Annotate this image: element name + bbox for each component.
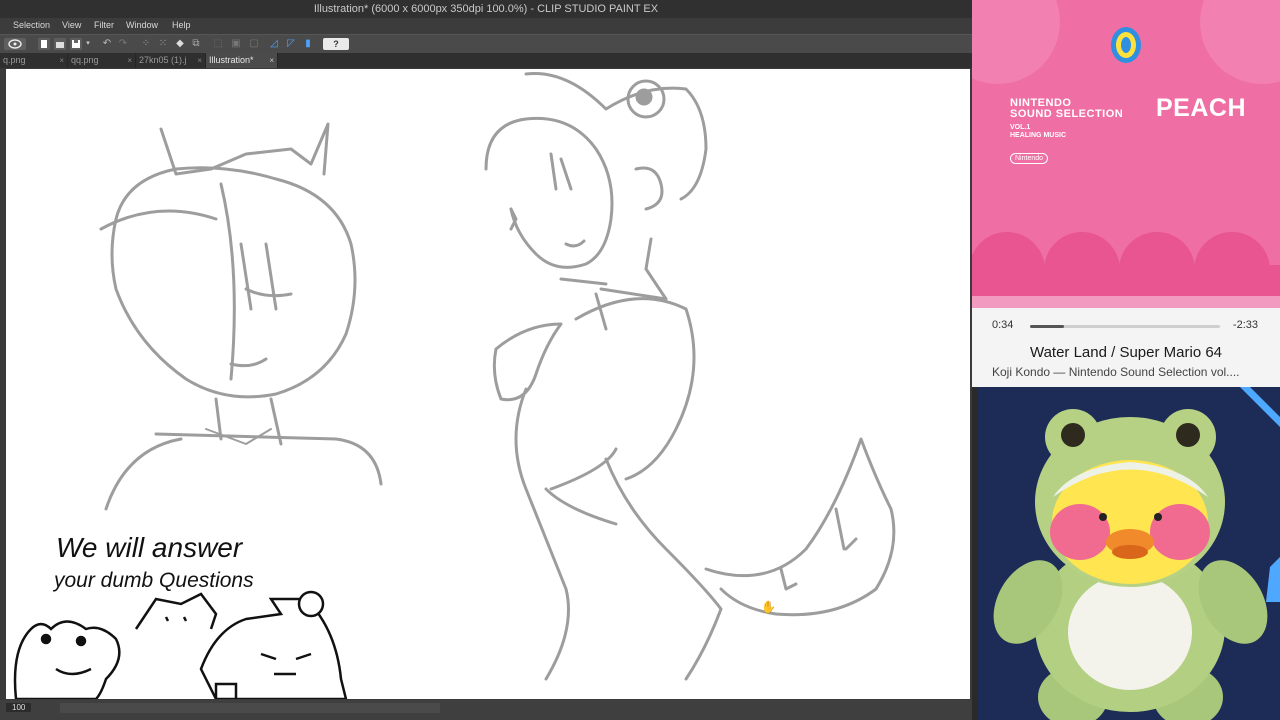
transform-icon[interactable]: ⧉ — [190, 38, 202, 50]
clip-studio-window: Illustration* (6000 x 6000px 350dpi 100.… — [0, 0, 972, 720]
handwriting-line-2: your dumb Questions — [52, 569, 254, 592]
close-icon[interactable]: × — [197, 53, 202, 68]
clear-outside-icon[interactable]: ⁙ — [157, 38, 169, 50]
cover-series-name: NINTENDO SOUND SELECTION — [1010, 98, 1123, 120]
song-artist: Koji Kondo — Nintendo Sound Selection vo… — [992, 365, 1240, 379]
snap-special-ruler-icon[interactable]: ◸ — [285, 38, 297, 50]
undo-icon[interactable]: ↶ — [101, 38, 113, 50]
plush-duck-image — [978, 387, 1280, 720]
window-title: Illustration* (6000 x 6000px 350dpi 100.… — [0, 0, 972, 18]
cover-volume-line-1: VOL.1 — [1010, 124, 1031, 131]
elapsed-time: 0:34 — [992, 319, 1014, 331]
progress-slider[interactable] — [1030, 325, 1220, 328]
song-title: Water Land / Super Mario 64 — [1029, 344, 1223, 361]
tab-label: 27kn05 (1).j — [139, 55, 187, 65]
album-cover: NINTENDO SOUND SELECTION VOL.1 HEALING M… — [972, 0, 1280, 308]
cover-series-line-2: SOUND SELECTION — [1010, 108, 1124, 120]
close-icon[interactable]: × — [59, 53, 64, 68]
close-icon[interactable]: × — [127, 53, 132, 68]
command-bar: ▾ ↶ ↷ ⁘ ⁙ ◆ ⧉ ⬚ ▣ ▢ ◿ ◸ ▮ ? — [0, 34, 972, 54]
tab-label: Illustration* — [209, 55, 254, 65]
remaining-time: -2:33 — [1232, 319, 1258, 331]
menu-filter[interactable]: Filter — [94, 20, 114, 30]
hand-cursor-icon: ✋ — [761, 600, 776, 614]
close-icon[interactable]: × — [269, 53, 274, 68]
status-scrollbar[interactable] — [60, 703, 440, 713]
tab-label: qq.png — [71, 55, 99, 65]
menu-help[interactable]: Help — [172, 20, 191, 30]
open-file-icon[interactable] — [54, 38, 66, 50]
redo-icon[interactable]: ↷ — [117, 38, 129, 50]
app-logo-icon[interactable] — [4, 38, 26, 50]
tab-27kn05[interactable]: 27kn05 (1).j × — [136, 53, 206, 68]
webcam-feed — [978, 387, 1280, 720]
help-icon: ? — [333, 39, 339, 49]
menu-window[interactable]: Window — [126, 20, 158, 30]
tab-qq-png[interactable]: qq.png × — [68, 53, 136, 68]
help-button[interactable]: ? — [323, 38, 349, 50]
snap-grid-icon[interactable]: ▮ — [302, 38, 314, 50]
now-playing-widget: NINTENDO SOUND SELECTION VOL.1 HEALING M… — [972, 0, 1280, 387]
doodle-characters — [13, 590, 348, 701]
show-selection-icon[interactable]: ▢ — [248, 38, 260, 50]
save-dropdown-icon[interactable]: ▾ — [84, 38, 92, 50]
clear-icon[interactable]: ⁘ — [140, 38, 152, 50]
zoom-level[interactable]: 100 — [6, 703, 32, 712]
nintendo-logo: Nintendo — [1010, 153, 1049, 164]
snap-ruler-icon[interactable]: ◿ — [268, 38, 280, 50]
cover-volume-line-2: HEALING MUSIC — [1010, 132, 1066, 139]
menu-selection[interactable]: Selection — [13, 20, 50, 30]
save-icon[interactable] — [70, 38, 82, 50]
invert-selection-icon[interactable]: ▣ — [230, 38, 242, 50]
progress-fill — [1030, 325, 1065, 328]
playback-panel: 0:34 -2:33 Water Land / Super Mario 64 K… — [972, 308, 1280, 387]
tab-label: q.png — [3, 55, 26, 65]
handwriting-line-1: We will answer — [56, 532, 244, 563]
deselect-icon[interactable]: ⬚ — [212, 38, 224, 50]
sketch-artwork: We will answer your dumb Questions ✋ — [13, 71, 896, 701]
cover-title: PEACH — [1156, 94, 1247, 122]
fill-icon[interactable]: ◆ — [174, 38, 186, 50]
menu-bar: Selection View Filter Window Help — [0, 18, 972, 34]
cover-volume: VOL.1 HEALING MUSIC — [1010, 124, 1066, 140]
document-tabs: q.png × qq.png × 27kn05 (1).j × Illustratio… — [0, 53, 972, 68]
new-file-icon[interactable] — [38, 38, 50, 50]
drawing-canvas[interactable]: We will answer your dumb Questions ✋ — [6, 69, 970, 701]
status-bar: 100 — [0, 700, 972, 720]
tab-q-png[interactable]: q.png × — [0, 53, 68, 68]
menu-view[interactable]: View — [62, 20, 81, 30]
tab-illustration[interactable]: Illustration* × — [206, 53, 278, 68]
